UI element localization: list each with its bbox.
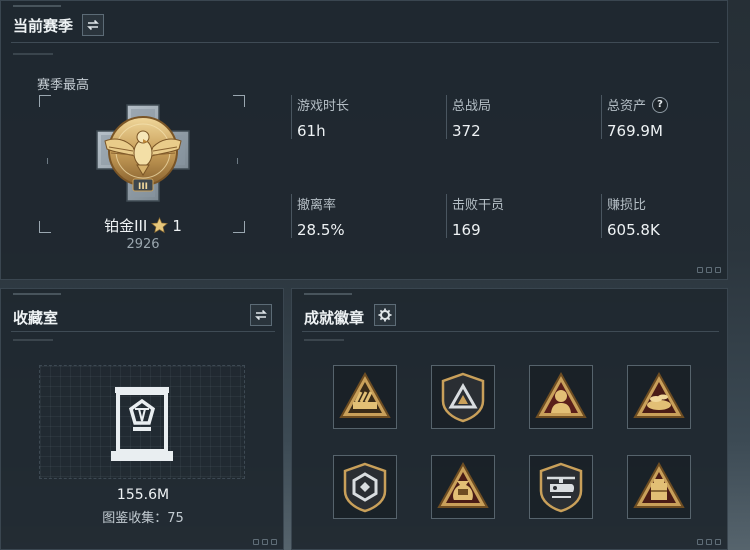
stat-value: 61h — [297, 122, 326, 140]
achievements-title: 成就徽章 — [304, 309, 365, 327]
panel-tag — [13, 293, 61, 295]
stat-value: 169 — [452, 221, 481, 239]
collection-case[interactable] — [109, 385, 175, 463]
achievements-panel: 成就徽章 — [291, 288, 728, 550]
help-icon[interactable]: ? — [652, 96, 669, 113]
stat-profit-loss-ratio: 赚损比 605.8K — [607, 194, 660, 239]
subtitle-bar — [304, 339, 344, 341]
panel-tag — [304, 293, 352, 295]
title-divider — [11, 331, 275, 332]
gear-icon — [378, 308, 392, 322]
hexagon-emblem-badge-icon — [343, 462, 387, 513]
helicopter-badge-icon — [539, 462, 583, 513]
stat-divider — [601, 194, 602, 238]
collection-panel: 收藏室 155.6M 图鉴收集：75 — [0, 288, 284, 550]
achievement-badge[interactable] — [333, 455, 397, 519]
stat-play-time: 游戏时长 61h — [297, 95, 349, 140]
display-case-icon — [111, 387, 173, 461]
rank-emblem: III — [93, 101, 193, 205]
stat-divider — [291, 95, 292, 139]
season-panel: 当前赛季 赛季最高 III 铂金III 1 2926 游戏时长 61h 总战局 … — [0, 0, 728, 280]
achievements-settings-button[interactable] — [374, 304, 396, 326]
stat-divider — [291, 194, 292, 238]
swap-icon — [87, 19, 99, 31]
money-bag-badge-icon — [437, 461, 489, 508]
stat-operators-defeated: 击败干员 169 — [452, 194, 504, 239]
frame-corner — [39, 221, 51, 233]
stat-total-assets: 总资产 ? 769.9M — [607, 95, 669, 140]
achievement-badge[interactable] — [627, 455, 691, 519]
collection-value: 155.6M — [116, 487, 170, 503]
stat-total-matches: 总战局 372 — [452, 95, 491, 140]
achievement-badge[interactable] — [333, 365, 397, 429]
stat-label: 击败干员 — [452, 198, 505, 213]
soldier-portrait-badge-icon — [535, 371, 587, 418]
collection-title: 收藏室 — [13, 309, 59, 327]
title-divider — [11, 42, 719, 43]
stat-label: 赚损比 — [607, 198, 647, 213]
svg-text:III: III — [138, 182, 148, 192]
frame-corner — [233, 95, 245, 107]
stat-divider — [601, 95, 602, 139]
stat-extract-rate: 撤离率 28.5% — [297, 194, 345, 239]
corner-dots — [253, 539, 277, 545]
rank-line: 铂金III 1 — [61, 215, 225, 236]
collection-switch-button[interactable] — [250, 304, 272, 326]
achievement-badge[interactable] — [431, 365, 495, 429]
frame-tick — [47, 158, 48, 164]
stat-value: 28.5% — [297, 221, 345, 239]
mountain-shield-badge-icon — [441, 372, 485, 423]
collection-count: 图鉴收集：75 — [102, 511, 184, 526]
achievement-badge[interactable] — [529, 365, 593, 429]
frame-tick — [237, 158, 238, 164]
achievement-badge[interactable] — [431, 455, 495, 519]
supply-crate-badge-icon — [633, 461, 685, 508]
panel-tag — [13, 5, 61, 7]
stat-label: 总资产 — [607, 99, 647, 114]
stat-label: 总战局 — [452, 99, 492, 114]
corner-dots — [697, 267, 721, 273]
stat-value: 605.8K — [607, 221, 660, 239]
star-icon — [151, 217, 169, 234]
season-title: 当前赛季 — [13, 17, 74, 35]
frame-corner — [233, 221, 245, 233]
stat-value: 372 — [452, 122, 481, 140]
swap-icon — [255, 309, 267, 321]
subtitle-bar — [13, 53, 53, 55]
stat-label: 游戏时长 — [297, 99, 350, 114]
subtitle-bar — [13, 339, 53, 341]
missile-launcher-badge-icon — [339, 371, 391, 418]
frame-corner — [39, 95, 51, 107]
platinum-eagle-emblem-icon: III — [96, 104, 190, 202]
stat-label: 撤离率 — [297, 198, 337, 213]
achievement-badge[interactable] — [529, 455, 593, 519]
achievement-badge[interactable] — [627, 365, 691, 429]
rank-score: 2926 — [126, 237, 160, 252]
corner-dots — [697, 539, 721, 545]
stat-label-row: 总资产 ? — [607, 95, 669, 114]
season-switch-button[interactable] — [82, 14, 104, 36]
title-divider — [302, 331, 719, 332]
stat-value: 769.9M — [607, 122, 663, 140]
rank-stars: 1 — [172, 216, 182, 235]
season-highest-label: 赛季最高 — [37, 78, 90, 93]
treasure-pile-badge-icon — [633, 371, 685, 418]
rank-name: 铂金III — [104, 217, 148, 235]
stat-divider — [446, 194, 447, 238]
stat-divider — [446, 95, 447, 139]
